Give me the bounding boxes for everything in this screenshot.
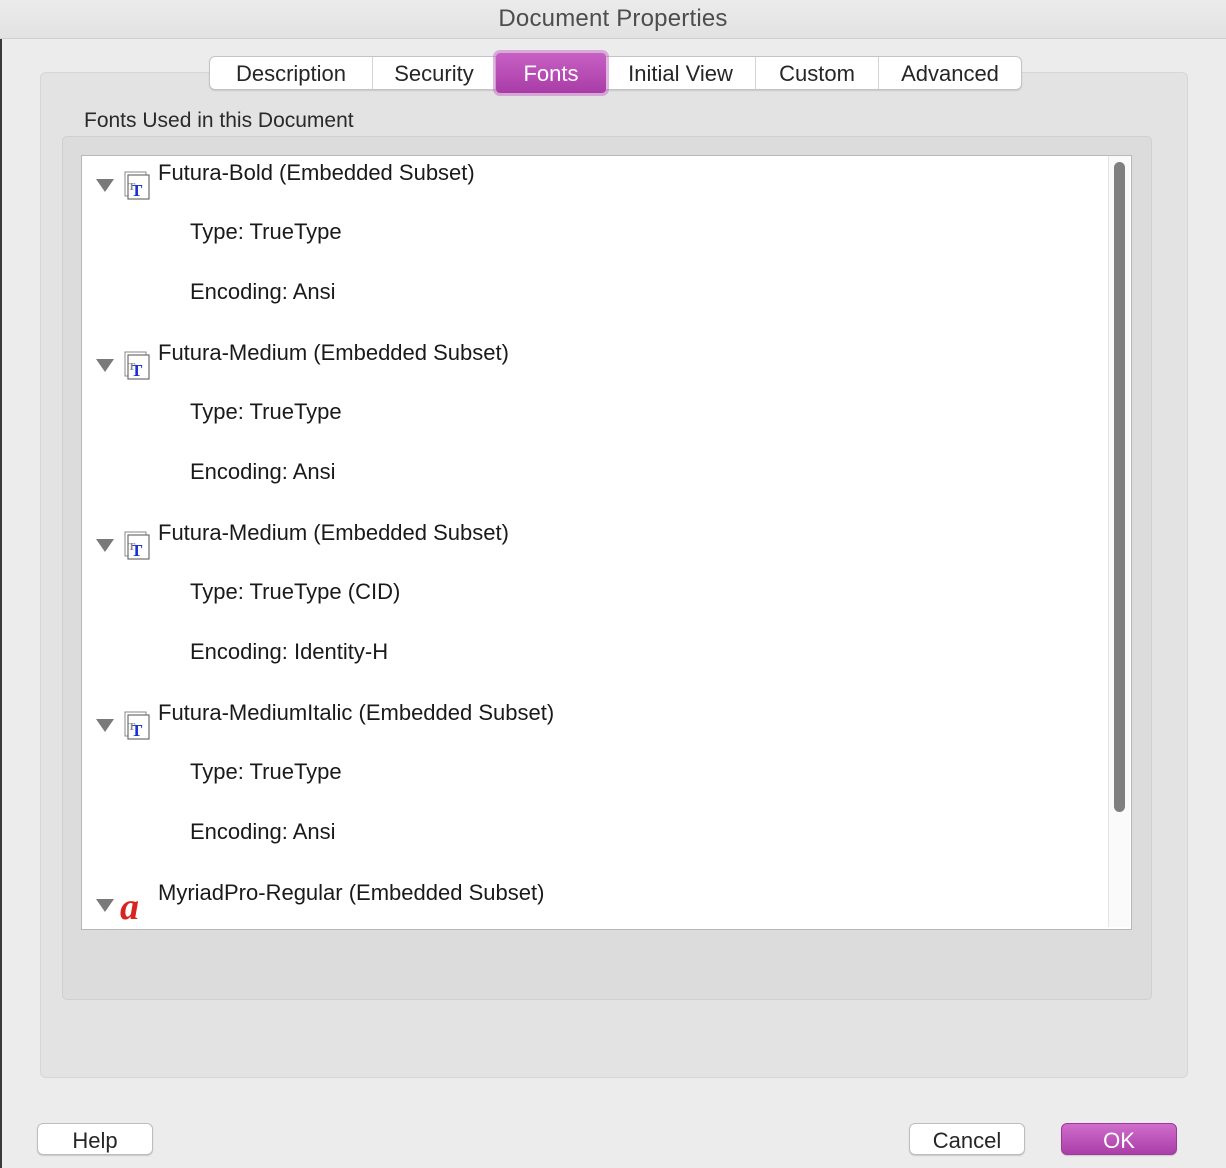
disclosure-triangle-icon[interactable] — [96, 719, 114, 732]
document-properties-dialog: Document Properties Description Security… — [0, 0, 1226, 1168]
truetype-font-icon: T T — [124, 171, 150, 200]
font-encoding: Encoding: Ansi — [190, 819, 336, 844]
font-encoding: Encoding: Ansi — [190, 459, 336, 484]
font-type: Type: TrueType — [190, 759, 342, 784]
truetype-font-icon: T T — [124, 531, 150, 560]
svg-text:T: T — [128, 721, 136, 733]
cancel-button[interactable]: Cancel — [909, 1123, 1025, 1155]
font-type: Type: TrueType (CID) — [190, 579, 401, 604]
font-item[interactable]: T T Futura-Medium (Embedded Subset) — [82, 336, 1108, 380]
window-edge — [0, 0, 2, 1168]
disclosure-triangle-icon[interactable] — [96, 359, 114, 372]
help-button[interactable]: Help — [37, 1123, 153, 1155]
font-item[interactable]: T T Futura-Medium (Embedded Subset) — [82, 516, 1108, 560]
font-name: Futura-Medium (Embedded Subset) — [158, 340, 509, 365]
ok-button[interactable]: OK — [1061, 1123, 1177, 1155]
svg-text:T: T — [128, 181, 136, 193]
font-name: Futura-Bold (Embedded Subset) — [158, 160, 475, 185]
font-item[interactable]: T T Futura-Bold (Embedded Subset) — [82, 156, 1108, 200]
font-item[interactable]: T T Futura-MediumItalic (Embedded Subset… — [82, 696, 1108, 740]
font-type: Type: TrueType — [190, 399, 342, 424]
scrollbar-thumb[interactable] — [1114, 162, 1125, 812]
disclosure-triangle-icon[interactable] — [96, 179, 114, 192]
truetype-font-icon: T T — [124, 711, 150, 740]
font-item[interactable]: a MyriadPro-Regular (Embedded Subset) — [82, 876, 1108, 922]
fonts-section-label: Fonts Used in this Document — [84, 109, 354, 132]
font-name: MyriadPro-Regular (Embedded Subset) — [158, 880, 545, 905]
svg-text:T: T — [128, 541, 136, 553]
tab-security[interactable]: Security — [373, 57, 496, 89]
disclosure-triangle-icon[interactable] — [96, 539, 114, 552]
svg-text:a: a — [120, 888, 139, 922]
fonts-list-scrollbar[interactable] — [1108, 156, 1130, 927]
tab-description[interactable]: Description — [210, 57, 373, 89]
tab-initial-view[interactable]: Initial View — [606, 57, 756, 89]
fonts-list[interactable]: T T Futura-Bold (Embedded Subset) Type: … — [81, 155, 1132, 930]
font-encoding: Encoding: Identity-H — [190, 639, 389, 664]
tab-fonts[interactable]: Fonts — [496, 53, 606, 93]
window-title: Document Properties — [498, 5, 728, 32]
disclosure-triangle-icon[interactable] — [96, 899, 114, 912]
tab-advanced[interactable]: Advanced — [879, 57, 1021, 89]
font-type: Type: TrueType — [190, 219, 342, 244]
tab-bar: Description Security Fonts Initial View … — [209, 53, 1022, 93]
font-encoding: Encoding: Ansi — [190, 279, 336, 304]
title-bar: Document Properties — [0, 0, 1226, 39]
font-name: Futura-MediumItalic (Embedded Subset) — [158, 700, 555, 725]
truetype-font-icon: T T — [124, 351, 150, 380]
svg-text:T: T — [128, 361, 136, 373]
tab-custom[interactable]: Custom — [756, 57, 879, 89]
font-name: Futura-Medium (Embedded Subset) — [158, 520, 509, 545]
opentype-font-icon: a — [120, 888, 139, 922]
